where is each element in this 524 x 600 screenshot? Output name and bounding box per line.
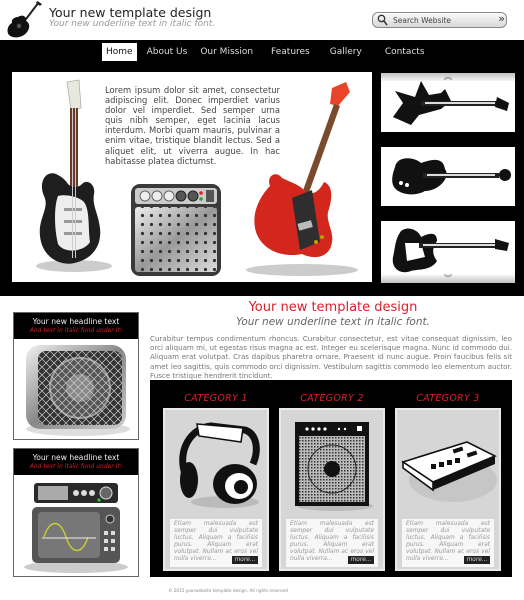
sidebar-box-header: Your new headline text And text in itali… <box>14 449 138 475</box>
more-button[interactable]: more... <box>464 556 490 564</box>
sidebar-box-2[interactable]: Your new headline text And text in itali… <box>13 448 139 577</box>
search-input[interactable] <box>393 14 483 26</box>
sidebar-box-1[interactable]: Your new headline text And text in itali… <box>13 312 139 440</box>
main-subtitle: Your new underline text in italic font. <box>236 316 430 328</box>
double-chevron-right-icon[interactable]: » <box>498 12 505 25</box>
amplifier-icon <box>295 422 373 511</box>
thumbnail-3[interactable]: ︾ <box>381 221 515 283</box>
header: Your new template design Your new underl… <box>0 0 524 40</box>
hero-panel: Lorem ipsum dolor sit amet, consectetur … <box>12 72 372 282</box>
category-description: Etiam malesuada est semper dui vulputate… <box>402 519 494 567</box>
main-text: Curabitur tempus condimentum rhoncus. Cu… <box>150 334 512 380</box>
flying-v-guitar-icon <box>393 81 509 125</box>
nav-contacts[interactable]: Contacts <box>385 43 425 61</box>
category-card-body: Etiam malesuada est semper dui vulputate… <box>395 408 501 571</box>
site-subtitle: Your new underline text in italic font. <box>49 19 216 29</box>
category-card-1[interactable]: CATEGORY 1 Etiam malesuada est semper du… <box>163 380 269 577</box>
main-title: Your new template design <box>248 300 418 315</box>
category-title[interactable]: CATEGORY 2 <box>279 393 385 404</box>
nav-gallery[interactable]: Gallery <box>330 43 362 61</box>
more-button[interactable]: more... <box>348 556 374 564</box>
electric-guitar-red-image <box>246 82 358 276</box>
speaker-icon <box>26 345 130 436</box>
category-title[interactable]: CATEGORY 1 <box>163 393 269 404</box>
sidebar-box-header: Your new headline text And text in itali… <box>14 313 138 339</box>
main-nav: Home About Us Our Mission Features Galle… <box>102 43 425 61</box>
category-card-body: Etiam malesuada est semper dui vulputate… <box>163 408 269 571</box>
category-card-body: Etiam malesuada est semper dui vulputate… <box>279 408 385 571</box>
category-title[interactable]: CATEGORY 3 <box>395 393 501 404</box>
sidebar-headline: Your new headline text <box>32 317 120 326</box>
acoustic-guitar-icon[interactable] <box>6 1 42 39</box>
categories-panel: CATEGORY 1 Etiam malesuada est semper du… <box>150 380 512 577</box>
magnifier-icon <box>377 14 388 26</box>
scroll-down-button[interactable]: ︾ <box>381 275 515 283</box>
electric-guitar-black-image <box>36 79 112 272</box>
more-button[interactable]: more... <box>232 556 258 564</box>
hollow-body-guitar-icon <box>392 158 511 195</box>
guitar-amplifier-image <box>131 184 221 276</box>
sidebar-headline: Your new headline text <box>32 453 120 462</box>
sidebar-subline: And text in italic fond under it! <box>29 327 123 334</box>
nav-our-mission[interactable]: Our Mission <box>200 43 253 61</box>
sidebar-subline: And text in italic fond under it! <box>29 463 123 470</box>
nav-about-us[interactable]: About Us <box>147 43 188 61</box>
mixer-console-icon <box>401 441 497 502</box>
category-description: Etiam malesuada est semper dui vulputate… <box>170 519 262 567</box>
oscilloscope-tv-icon <box>24 483 128 573</box>
nav-home[interactable]: Home <box>102 43 137 61</box>
category-card-3[interactable]: CATEGORY 3 Etiam malesuada est semper du… <box>395 380 501 577</box>
thumbnail-1[interactable]: ︽ <box>381 73 515 132</box>
category-description: Etiam malesuada est semper dui vulputate… <box>286 519 378 567</box>
site-title: Your new template design <box>49 5 212 20</box>
thumbnail-2[interactable] <box>381 147 515 206</box>
nav-features[interactable]: Features <box>271 43 310 61</box>
search-box: » <box>372 12 507 28</box>
category-card-2[interactable]: CATEGORY 2 Etiam malesuada est semper du… <box>279 380 385 577</box>
footer-copyright: © 2015 yourwebsite template design. All … <box>168 588 288 593</box>
headphones-icon <box>179 422 260 508</box>
